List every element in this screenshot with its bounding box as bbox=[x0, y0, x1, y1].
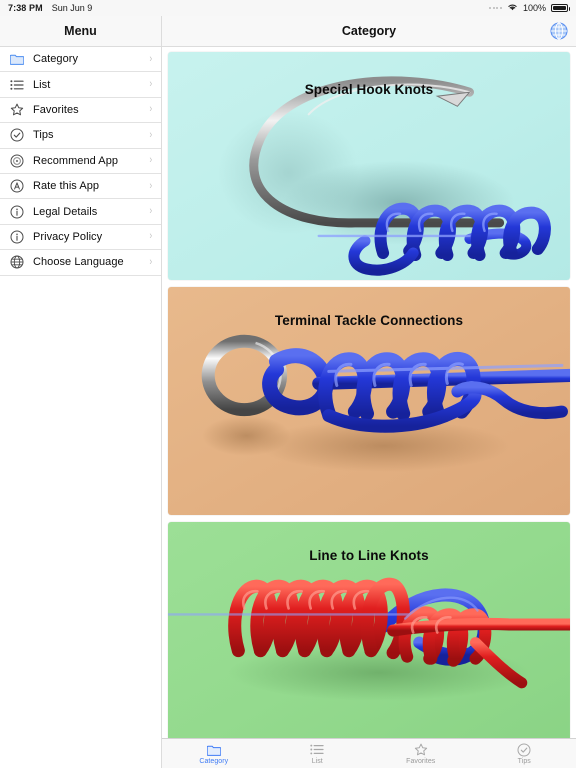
content-split: Menu Category › List › Favorites › Tips … bbox=[0, 16, 576, 768]
sidebar-item-legal-details[interactable]: Legal Details › bbox=[0, 199, 161, 225]
battery-full-icon bbox=[551, 4, 570, 12]
sidebar-item-list[interactable]: List › bbox=[0, 72, 161, 98]
chevron-right-icon: › bbox=[149, 230, 153, 243]
tab-list[interactable]: List bbox=[266, 739, 370, 768]
sidebar-item-label: List bbox=[33, 78, 51, 91]
tab-label: Favorites bbox=[406, 757, 436, 765]
chevron-right-icon: › bbox=[149, 154, 153, 167]
chevron-right-icon: › bbox=[149, 255, 153, 268]
sidebar: Menu Category › List › Favorites › Tips … bbox=[0, 16, 162, 768]
sidebar-header: Menu bbox=[0, 16, 161, 47]
chevron-right-icon: › bbox=[149, 78, 153, 91]
sidebar-item-recommend-app[interactable]: Recommend App › bbox=[0, 148, 161, 174]
sidebar-item-favorites[interactable]: Favorites › bbox=[0, 97, 161, 124]
check-circle-icon bbox=[7, 128, 26, 142]
category-card-title: Special Hook Knots bbox=[304, 82, 434, 97]
category-card-list: Special Hook Knots Terminal Tackle Conne… bbox=[162, 47, 576, 738]
tab-category[interactable]: Category bbox=[162, 739, 266, 768]
app-screen: 7:38 PM Sun Jun 9 100% Menu Category › L… bbox=[0, 0, 576, 768]
chevron-right-icon: › bbox=[149, 103, 153, 116]
chevron-right-icon: › bbox=[149, 205, 153, 218]
folder-icon bbox=[7, 53, 26, 66]
tab-favorites[interactable]: Favorites bbox=[369, 739, 473, 768]
chevron-right-icon: › bbox=[149, 52, 153, 65]
globe-icon[interactable] bbox=[550, 22, 568, 40]
rate-circle-icon bbox=[7, 179, 26, 193]
sidebar-item-label: Privacy Policy bbox=[33, 230, 103, 243]
tab-tips[interactable]: Tips bbox=[473, 739, 576, 768]
star-icon bbox=[7, 103, 26, 116]
sidebar-item-category[interactable]: Category › bbox=[0, 47, 161, 73]
category-card-special-hook-knots[interactable]: Special Hook Knots bbox=[168, 52, 570, 280]
sidebar-item-label: Recommend App bbox=[33, 154, 119, 167]
list-icon bbox=[7, 79, 26, 91]
category-card-terminal-tackle-connections[interactable]: Terminal Tackle Connections bbox=[168, 287, 570, 515]
status-date: Sun Jun 9 bbox=[51, 3, 93, 13]
category-card-line-to-line-knots[interactable]: Line to Line Knots bbox=[168, 522, 570, 738]
list-icon bbox=[310, 743, 324, 757]
recommend-icon bbox=[7, 154, 26, 168]
navigation-bar: Category bbox=[162, 16, 576, 47]
sidebar-item-label: Tips bbox=[33, 129, 54, 142]
wifi-icon bbox=[507, 3, 518, 13]
status-bar: 7:38 PM Sun Jun 9 100% bbox=[0, 0, 576, 16]
folder-icon bbox=[206, 743, 221, 757]
info-circle-icon bbox=[7, 230, 26, 244]
detail-pane: Category Special Hook Knots Terminal Tac… bbox=[162, 16, 576, 768]
sidebar-item-choose-language[interactable]: Choose Language › bbox=[0, 250, 161, 276]
tab-bar: Category List Favorites Tips bbox=[162, 738, 576, 768]
sidebar-item-label: Legal Details bbox=[33, 205, 98, 218]
sidebar-item-rate-this-app[interactable]: Rate this App › bbox=[0, 173, 161, 200]
sidebar-item-label: Rate this App bbox=[33, 180, 100, 193]
category-card-title: Terminal Tackle Connections bbox=[274, 313, 464, 328]
signal-dots-icon bbox=[489, 7, 502, 9]
check-circle-icon bbox=[517, 743, 531, 757]
globe-icon bbox=[7, 255, 26, 269]
star-icon bbox=[414, 743, 428, 757]
info-circle-icon bbox=[7, 205, 26, 219]
sidebar-item-privacy-policy[interactable]: Privacy Policy › bbox=[0, 224, 161, 251]
sidebar-item-label: Category bbox=[33, 53, 79, 66]
status-indicators: 100% bbox=[489, 3, 570, 13]
sidebar-item-label: Choose Language bbox=[33, 256, 124, 269]
sidebar-item-label: Favorites bbox=[33, 103, 79, 116]
sidebar-item-tips[interactable]: Tips › bbox=[0, 123, 161, 149]
tab-label: List bbox=[311, 757, 323, 765]
chevron-right-icon: › bbox=[149, 128, 153, 141]
battery-percent: 100% bbox=[522, 3, 546, 13]
tab-label: Category bbox=[199, 757, 229, 765]
chevron-right-icon: › bbox=[149, 179, 153, 192]
page-title: Category bbox=[341, 24, 397, 38]
category-card-title: Line to Line Knots bbox=[309, 548, 429, 563]
sidebar-menu-list: Category › List › Favorites › Tips › Rec… bbox=[0, 47, 161, 768]
status-time: 7:38 PM bbox=[8, 3, 43, 13]
tab-label: Tips bbox=[517, 757, 531, 765]
